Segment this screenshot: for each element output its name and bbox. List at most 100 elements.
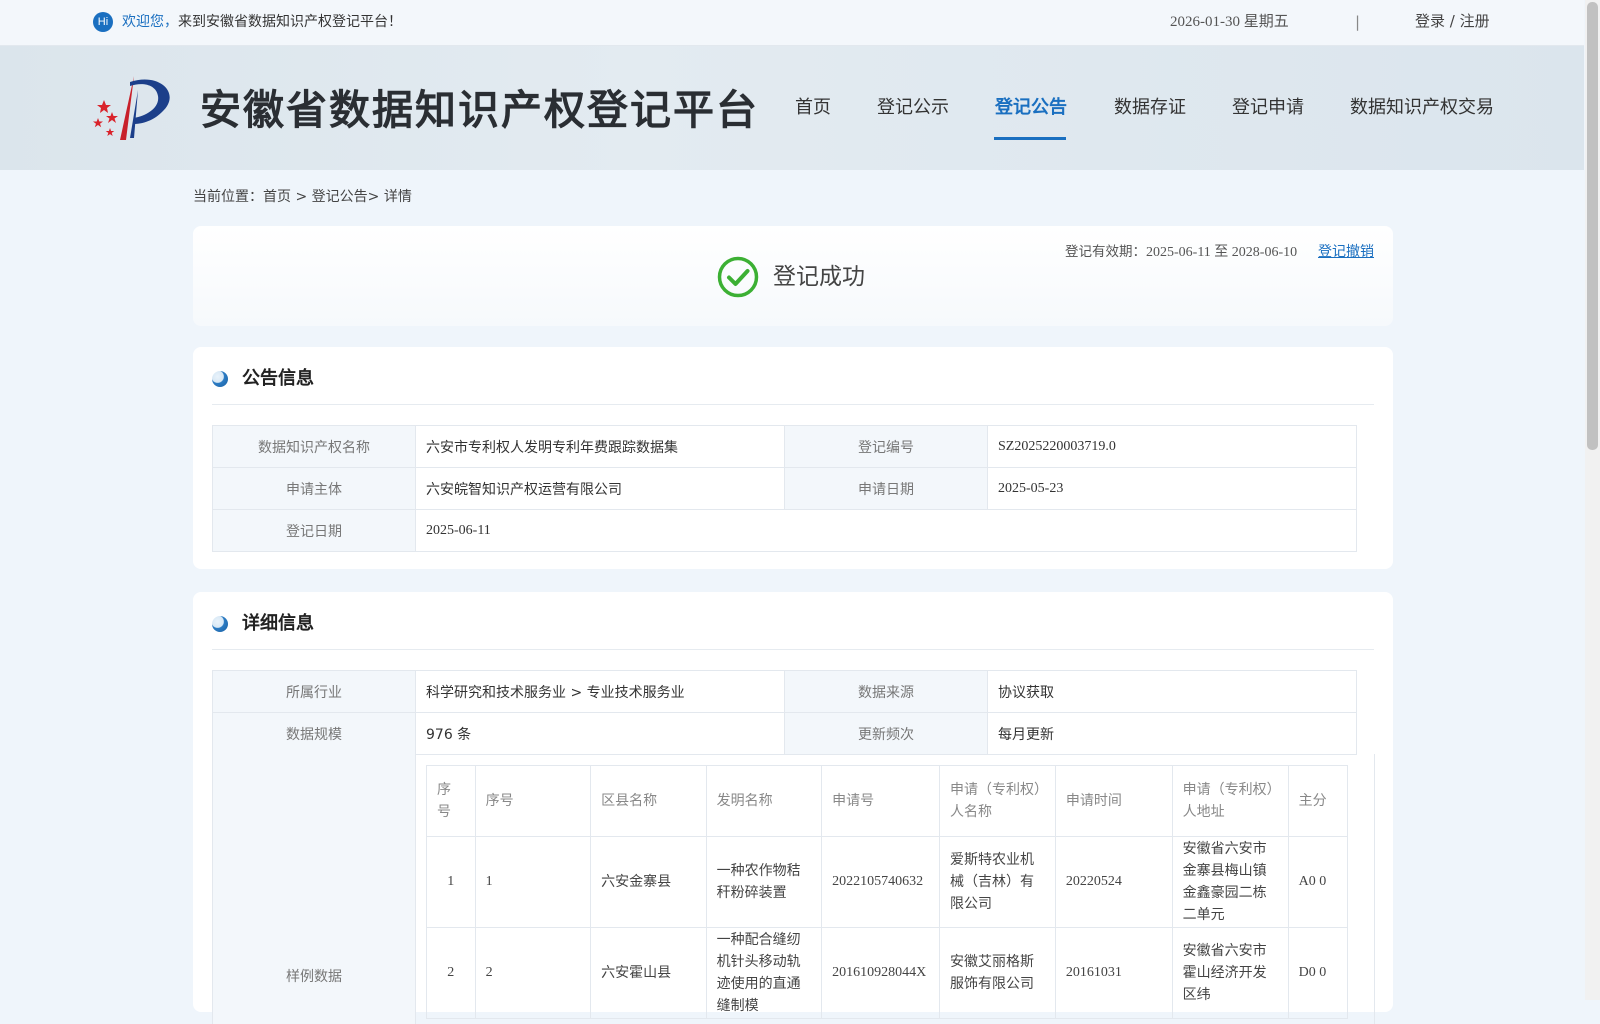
platform-logo-icon[interactable] bbox=[90, 72, 176, 142]
auth-slash: / bbox=[1445, 12, 1460, 30]
table-row: 数据知识产权名称 六安市专利权人发明专利年费跟踪数据集 登记编号 SZ20252… bbox=[212, 425, 1357, 468]
section-title: 详细信息 bbox=[242, 613, 314, 634]
table-cell: 2 bbox=[474, 927, 592, 1019]
revoke-registration-link[interactable]: 登记撤销 bbox=[1318, 242, 1374, 262]
field-value: SZ2025220003719.0 bbox=[987, 425, 1357, 468]
table-row: 申请主体 六安皖智知识产权运营有限公司 申请日期 2025-05-23 bbox=[212, 467, 1357, 510]
active-nav-indicator bbox=[994, 137, 1066, 140]
login-link[interactable]: 登录 bbox=[1415, 12, 1445, 30]
field-value: 2025-06-11 bbox=[415, 509, 1357, 552]
field-label: 申请日期 bbox=[784, 467, 988, 510]
table-cell: 一种配合缝纫机针头移动轨迹使用的直通缝制模 bbox=[705, 927, 823, 1019]
nav-home[interactable]: 首页 bbox=[795, 96, 831, 126]
notice-info-table: 数据知识产权名称 六安市专利权人发明专利年费跟踪数据集 登记编号 SZ20252… bbox=[212, 425, 1357, 552]
top-bar: Hi 欢迎您，来到安徽省数据知识产权登记平台！ 2026-01-30 星期五 |… bbox=[0, 0, 1584, 46]
table-cell: 六安霍山县 bbox=[590, 927, 707, 1019]
column-header: 申请时间 bbox=[1054, 765, 1173, 837]
field-label: 数据规模 bbox=[212, 712, 416, 755]
column-header: 主分 bbox=[1287, 765, 1348, 837]
breadcrumb-separator: > bbox=[291, 189, 312, 205]
nav-registration-announcement[interactable]: 登记公告 bbox=[995, 96, 1067, 126]
divider bbox=[212, 404, 1374, 405]
breadcrumb-current: 详情 bbox=[383, 189, 412, 205]
validity-period: 登记有效期：2025-06-11 至 2028-06-10 bbox=[1065, 242, 1297, 263]
table-cell: A0 0 bbox=[1287, 836, 1348, 928]
table-header-row: 序号 序号 区县名称 发明名称 申请号 申请（专利权）人名称 申请时间 申请（专… bbox=[426, 765, 1348, 837]
breadcrumb-home[interactable]: 首页 bbox=[263, 189, 291, 205]
field-value: 976 条 bbox=[415, 712, 785, 755]
sample-data-table: 序号 序号 区县名称 发明名称 申请号 申请（专利权）人名称 申请时间 申请（专… bbox=[426, 765, 1348, 1019]
nav-registration-application[interactable]: 登记申请 bbox=[1232, 96, 1304, 126]
field-label: 数据来源 bbox=[784, 670, 988, 713]
table-row: 登记日期 2025-06-11 bbox=[212, 509, 1357, 552]
field-label: 更新频次 bbox=[784, 712, 988, 755]
field-value: 六安皖智知识产权运营有限公司 bbox=[415, 467, 785, 510]
column-header: 序号 bbox=[474, 765, 592, 837]
welcome-message: 来到安徽省数据知识产权登记平台！ bbox=[178, 14, 402, 30]
field-value: 2025-05-23 bbox=[987, 467, 1357, 510]
topbar-divider: | bbox=[1355, 13, 1361, 31]
table-cell: 20161031 bbox=[1054, 927, 1173, 1019]
field-value: 协议获取 bbox=[987, 670, 1357, 713]
register-link[interactable]: 注册 bbox=[1460, 12, 1490, 30]
table-row: 所属行业 科学研究和技术服务业 > 专业技术服务业 数据来源 协议获取 bbox=[212, 670, 1357, 713]
hi-icon: Hi bbox=[93, 12, 113, 32]
site-header: 安徽省数据知识产权登记平台 首页 登记公示 登记公告 数据存证 登记申请 数据知… bbox=[0, 46, 1584, 170]
field-label: 样例数据 bbox=[286, 969, 342, 985]
table-cell: 一种农作物秸秆粉碎装置 bbox=[705, 836, 823, 928]
validity-label: 登记有效期： bbox=[1065, 244, 1146, 260]
table-cell: D0 0 bbox=[1287, 927, 1348, 1019]
column-header: 发明名称 bbox=[705, 765, 823, 837]
platform-title: 安徽省数据知识产权登记平台 bbox=[200, 86, 759, 134]
table-row: 1 1 六安金寨县 一种农作物秸秆粉碎装置 2022105740632 爱斯特农… bbox=[426, 836, 1348, 928]
table-cell: 1 bbox=[474, 836, 592, 928]
page-scrollbar[interactable] bbox=[1585, 0, 1600, 1000]
field-value: 六安市专利权人发明专利年费跟踪数据集 bbox=[415, 425, 785, 468]
table-cell: 2 bbox=[426, 927, 476, 1019]
table-cell: 2022105740632 bbox=[821, 836, 940, 928]
field-value: 每月更新 bbox=[987, 712, 1357, 755]
welcome-highlight: 欢迎您， bbox=[122, 14, 178, 30]
column-header: 序号 bbox=[426, 765, 476, 837]
table-cell: 安徽省六安市霍山经济开发区纬 bbox=[1171, 927, 1289, 1019]
table-row: 数据规模 976 条 更新频次 每月更新 bbox=[212, 712, 1357, 755]
detail-info-card: 详细信息 所属行业 科学研究和技术服务业 > 专业技术服务业 数据来源 协议获取… bbox=[193, 592, 1393, 1024]
current-date: 2026-01-30 星期五 bbox=[1170, 14, 1289, 30]
validity-value: 2025-06-11 至 2028-06-10 bbox=[1146, 245, 1298, 260]
field-label: 登记编号 bbox=[784, 425, 988, 468]
field-label: 登记日期 bbox=[212, 509, 416, 552]
breadcrumb-separator: > bbox=[367, 189, 384, 205]
table-cell: 20220524 bbox=[1054, 836, 1173, 928]
nav-ip-trading[interactable]: 数据知识产权交易 bbox=[1350, 96, 1494, 126]
table-cell: 爱斯特农业机械（吉林）有限公司 bbox=[938, 836, 1056, 928]
sample-data-key: 样例数据 bbox=[213, 754, 416, 1024]
table-cell: 安徽省六安市金寨县梅山镇金鑫豪园二栋二单元 bbox=[1171, 836, 1289, 928]
column-header: 申请（专利权）人地址 bbox=[1171, 765, 1289, 837]
sample-data-row: 样例数据 序号 序号 区县名称 发明名称 申请号 申请（专利权）人名称 申请时间… bbox=[212, 754, 1375, 1024]
nav-data-evidence[interactable]: 数据存证 bbox=[1114, 96, 1186, 126]
column-header: 申请号 bbox=[821, 765, 940, 837]
sample-data-scroll[interactable]: 序号 序号 区县名称 发明名称 申请号 申请（专利权）人名称 申请时间 申请（专… bbox=[426, 765, 1348, 1024]
field-label: 数据知识产权名称 bbox=[212, 425, 416, 468]
status-text: 登记成功 bbox=[773, 264, 865, 290]
field-label: 申请主体 bbox=[212, 467, 416, 510]
divider bbox=[212, 649, 1374, 650]
table-cell: 201610928044X bbox=[821, 927, 940, 1019]
table-cell: 1 bbox=[426, 836, 476, 928]
field-label: 所属行业 bbox=[212, 670, 416, 713]
check-circle-icon bbox=[717, 256, 759, 298]
field-value: 科学研究和技术服务业 > 专业技术服务业 bbox=[415, 670, 785, 713]
nav-registration-publicity[interactable]: 登记公示 bbox=[877, 96, 949, 126]
section-bullet-icon bbox=[212, 616, 228, 632]
column-header: 申请（专利权）人名称 bbox=[938, 765, 1056, 837]
breadcrumb-announcement[interactable]: 登记公告 bbox=[312, 189, 368, 205]
breadcrumb: 当前位置：首页 > 登记公告> 详情 bbox=[193, 187, 412, 207]
section-bullet-icon bbox=[212, 371, 228, 387]
welcome-text: 欢迎您，来到安徽省数据知识产权登记平台！ bbox=[122, 12, 402, 32]
table-row: 2 2 六安霍山县 一种配合缝纫机针头移动轨迹使用的直通缝制模 20161092… bbox=[426, 927, 1348, 1019]
table-cell: 安徽艾丽格斯服饰有限公司 bbox=[938, 927, 1056, 1019]
scrollbar-thumb[interactable] bbox=[1587, 2, 1598, 450]
notice-info-card: 公告信息 数据知识产权名称 六安市专利权人发明专利年费跟踪数据集 登记编号 SZ… bbox=[193, 347, 1393, 569]
section-title: 公告信息 bbox=[242, 368, 314, 389]
column-header: 区县名称 bbox=[590, 765, 707, 837]
